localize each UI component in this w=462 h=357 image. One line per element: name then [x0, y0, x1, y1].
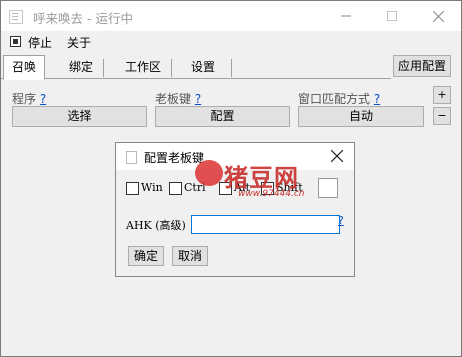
tab-strip	[1, 78, 391, 79]
key-input-box[interactable]	[318, 178, 338, 198]
ahk-help-link[interactable]: ?	[338, 214, 344, 227]
program-help-link[interactable]: ?	[40, 92, 46, 106]
window-match-label: 窗口匹配方式 ?	[298, 92, 381, 106]
cancel-button[interactable]: 取消	[172, 246, 208, 266]
menu-bar: 停止 关于	[1, 31, 461, 53]
minimize-icon[interactable]	[323, 1, 369, 31]
menu-stop[interactable]: 停止	[28, 34, 52, 51]
watermark-text: 猪豆网	[224, 164, 299, 192]
remove-button[interactable]: −	[433, 107, 451, 125]
ctrl-checkbox[interactable]	[169, 182, 182, 195]
program-label: 程序 ?	[12, 92, 47, 106]
boss-key-help-link[interactable]: ?	[195, 92, 201, 106]
boss-key-label: 老板键 ?	[155, 92, 202, 106]
maximize-icon[interactable]	[369, 1, 415, 31]
window-title: 呼来唤去 - 运行中	[33, 11, 133, 26]
stop-icon	[10, 36, 21, 47]
dialog-icon	[126, 151, 137, 164]
select-program-button[interactable]: 选择	[12, 106, 147, 127]
configure-boss-key-button[interactable]: 配置	[155, 106, 290, 127]
ahk-input[interactable]	[191, 215, 340, 234]
win-checkbox[interactable]	[126, 182, 139, 195]
menu-about[interactable]: 关于	[67, 34, 91, 51]
app-icon	[9, 10, 23, 24]
add-button[interactable]: +	[433, 86, 451, 104]
title-bar: 呼来唤去 - 运行中	[1, 1, 461, 31]
watermark-logo	[195, 160, 223, 186]
tab-bind[interactable]: 绑定	[59, 56, 104, 78]
watermark-url: www.97444.cn	[238, 189, 305, 199]
tab-summon[interactable]: 召唤	[3, 55, 45, 80]
tab-settings[interactable]: 设置	[175, 56, 232, 78]
dialog-title: 配置老板键	[144, 151, 205, 165]
ahk-label: AHK (高级)	[126, 219, 186, 232]
ok-button[interactable]: 确定	[128, 246, 164, 266]
win-checkbox-label: Win	[141, 181, 163, 194]
tab-workspace[interactable]: 工作区	[115, 56, 172, 78]
window-match-help-link[interactable]: ?	[374, 92, 380, 106]
window-match-button[interactable]: 自动	[298, 106, 424, 127]
apply-config-button[interactable]: 应用配置	[393, 55, 451, 77]
dialog-close-icon[interactable]	[330, 149, 344, 165]
close-icon[interactable]	[415, 1, 461, 31]
